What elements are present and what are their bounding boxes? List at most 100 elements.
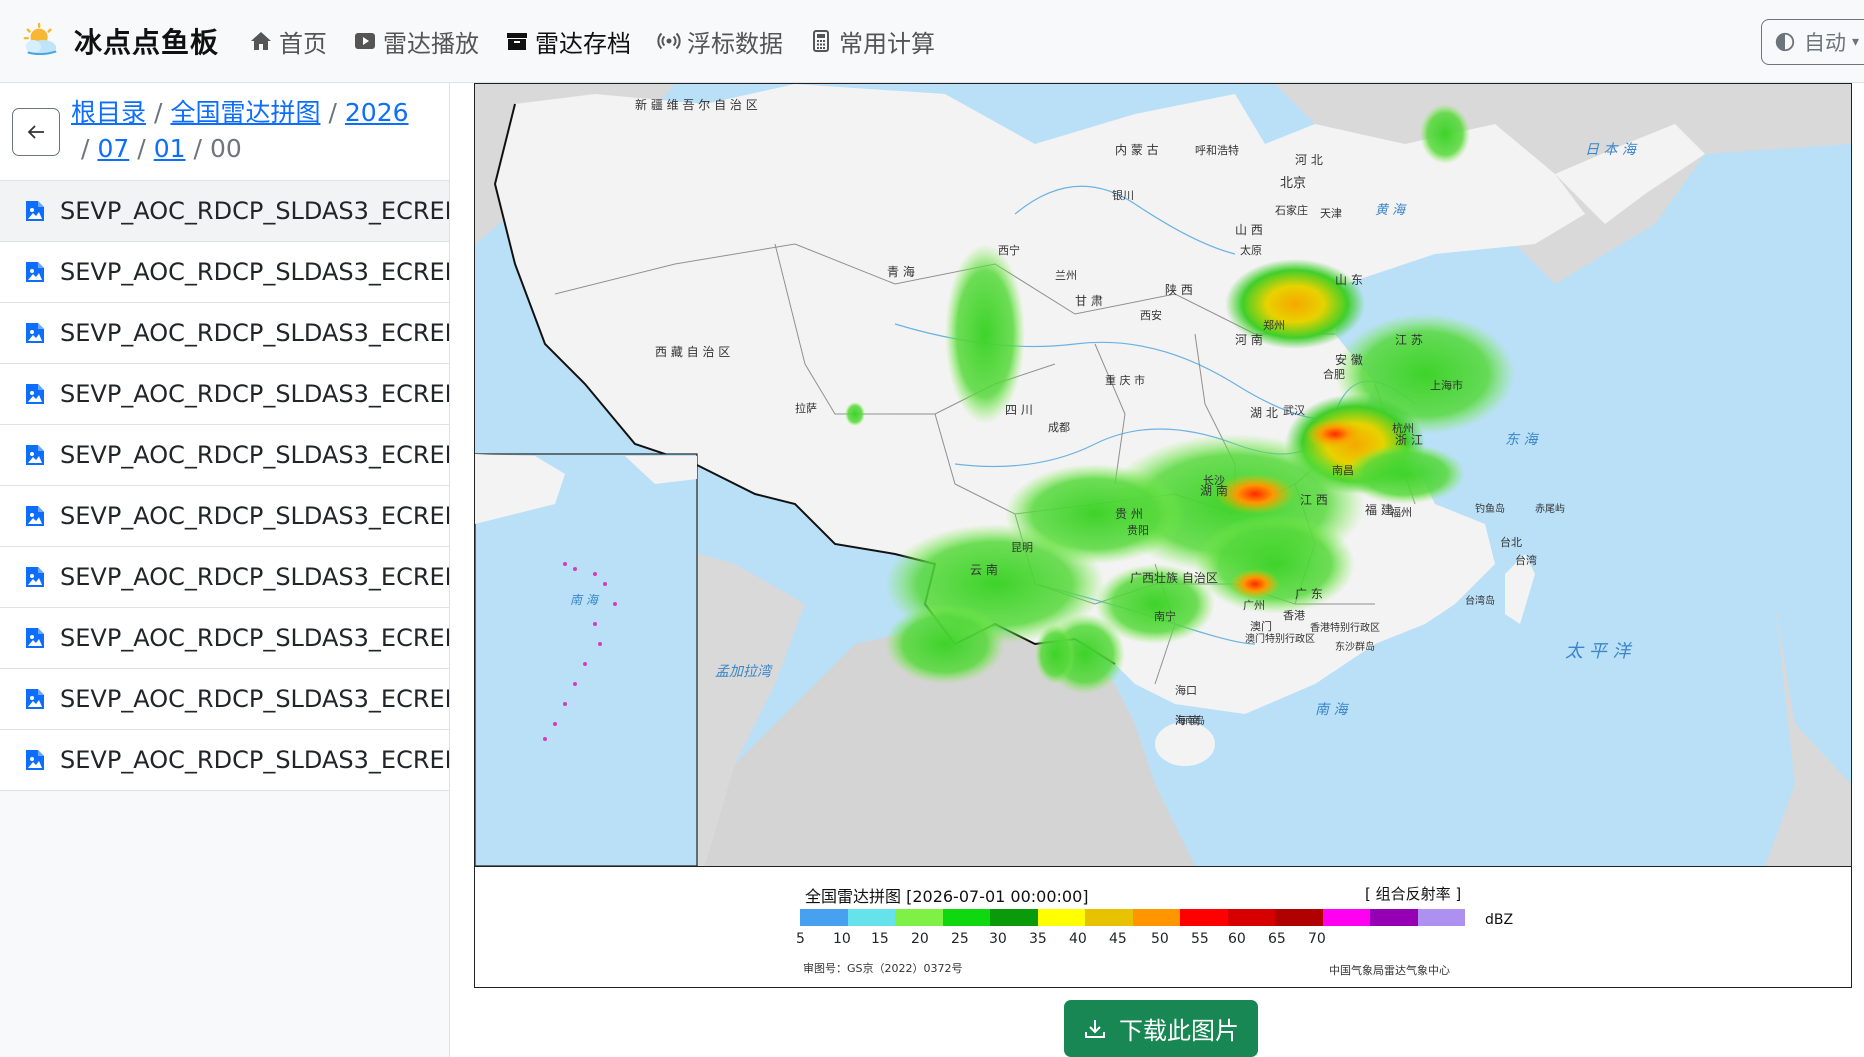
file-list-item[interactable]: SEVP_AOC_RDCP_SLDAS3_ECREF_ (0, 608, 449, 669)
file-list-item[interactable]: SEVP_AOC_RDCP_SLDAS3_ECREF_ (0, 303, 449, 364)
map-label-xian: 西安 (1140, 308, 1162, 322)
color-scale-tick: 70 (1308, 931, 1326, 947)
map-label-haikou: 海口 (1175, 683, 1197, 697)
play-icon (355, 33, 376, 49)
color-scale-tick: 40 (1069, 931, 1087, 947)
map-label-diaoyu: 钓鱼岛 (1475, 502, 1505, 515)
color-scale-swatch (1322, 909, 1370, 926)
image-file-icon (26, 567, 44, 587)
color-scale-swatch (1275, 909, 1323, 926)
map-label-neimenggu: 内 蒙 古 (1115, 142, 1159, 157)
color-scale-tick: 20 (911, 931, 929, 947)
image-file-icon (26, 201, 44, 221)
arrow-left-icon (27, 125, 44, 139)
file-list-item[interactable]: SEVP_AOC_RDCP_SLDAS3_ECREF_ (0, 669, 449, 730)
file-list-item[interactable]: SEVP_AOC_RDCP_SLDAS3_ECREF_ (0, 730, 449, 791)
color-scale-tick: 50 (1151, 931, 1169, 947)
map-label-japan-sea: 日 本 海 (1585, 142, 1638, 158)
color-scale-ticks: 5 10 15 20 25 30 35 40 45 50 55 60 65 70 (796, 931, 1440, 951)
color-scale-tick: 55 (1191, 931, 1209, 947)
image-file-icon (26, 262, 44, 282)
file-list-item-label: SEVP_AOC_RDCP_SLDAS3_ECREF_ (60, 441, 449, 469)
breadcrumb: 根目录 / 全国雷达拼图/2026/07/01/00 (71, 95, 441, 167)
color-scale-swatch (990, 909, 1038, 926)
map-label-tianjin: 天津 (1320, 207, 1342, 220)
image-file-icon (26, 445, 44, 465)
map-label-yellow-sea: 黄 海 (1375, 203, 1407, 218)
map-label-jiangsu: 江 苏 (1395, 333, 1423, 347)
theme-dropdown[interactable]: 自动 ▾ (1761, 19, 1864, 65)
map-label-shaanxi: 陕 西 (1165, 282, 1193, 297)
map-label-taiwan: 台湾 (1515, 553, 1537, 567)
map-label-zhejiang: 浙 江 (1395, 433, 1423, 447)
download-button[interactable]: 下载此图片 (1064, 1000, 1258, 1057)
file-list-item[interactable]: SEVP_AOC_RDCP_SLDAS3_ECREF_ (0, 486, 449, 547)
nav-radar-archive[interactable]: 雷达存档 (505, 24, 631, 59)
file-list-item[interactable]: SEVP_AOC_RDCP_SLDAS3_ECREF_ (0, 547, 449, 608)
file-list-item-label: SEVP_AOC_RDCP_SLDAS3_ECREF_ (60, 380, 449, 408)
map-label-shandong: 山 东 (1335, 273, 1363, 287)
map-label-chiwei: 赤尾屿 (1535, 503, 1565, 515)
nav-home[interactable]: 首页 (249, 24, 327, 59)
brand[interactable]: 冰点点鱼板 (22, 21, 219, 61)
map-label-xizang: 西 藏 自 治 区 (655, 345, 730, 359)
color-scale-swatch (1417, 909, 1465, 926)
map-label-hefei: 合肥 (1323, 367, 1345, 381)
file-list-item-label: SEVP_AOC_RDCP_SLDAS3_ECREF_ (60, 685, 449, 713)
breadcrumb-root[interactable]: 根目录 (71, 98, 146, 127)
breadcrumb-day[interactable]: 01 (154, 134, 186, 163)
map-label-beijing: 北京 (1280, 176, 1306, 191)
radar-image: 新 疆 维 吾 尔 自 治 区 西 藏 自 治 区 青 海 甘 肃 内 蒙 古 … (474, 83, 1852, 988)
map-label-hubei: 湖 北 (1250, 405, 1278, 420)
nav-calc-label: 常用计算 (839, 29, 936, 58)
map-label-henan: 河 南 (1235, 332, 1263, 347)
file-list-item[interactable]: SEVP_AOC_RDCP_SLDAS3_ECREF_ (0, 425, 449, 486)
map-label-huhehaote: 呼和浩特 (1195, 143, 1239, 157)
nav-radar-play[interactable]: 雷达播放 (353, 24, 479, 59)
image-file-icon (26, 384, 44, 404)
breadcrumb-mosaic[interactable]: 全国雷达拼图 (170, 98, 320, 127)
nav-buoy[interactable]: 浮标数据 (657, 24, 783, 59)
map-label-shanghai: 上海市 (1430, 378, 1463, 392)
map-label-chengdu: 成都 (1048, 421, 1070, 434)
map-label-hangzhou: 杭州 (1392, 421, 1414, 435)
image-file-icon (26, 506, 44, 526)
file-list-item[interactable]: SEVP_AOC_RDCP_SLDAS3_ECREF_ (0, 364, 449, 425)
breadcrumb-year[interactable]: 2026 (345, 98, 409, 127)
map-label-hk-sar: 香港特别行政区 (1310, 621, 1380, 634)
map-label-fuzhou: 福州 (1390, 505, 1412, 519)
radar-map: 新 疆 维 吾 尔 自 治 区 西 藏 自 治 区 青 海 甘 肃 内 蒙 古 … (475, 84, 1851, 866)
agency-name: 中国气象局雷达气象中心 (1329, 964, 1450, 977)
map-label-taibei: 台北 (1500, 535, 1522, 549)
map-label-east-sea: 东 海 (1505, 432, 1539, 448)
file-list-item[interactable]: SEVP_AOC_RDCP_SLDAS3_ECREF_ (0, 181, 449, 242)
map-label-south-sea: 南 海 (1315, 702, 1349, 718)
color-scale-tick: 65 (1268, 931, 1286, 947)
broadcast-icon (657, 32, 681, 50)
breadcrumb-month[interactable]: 07 (97, 134, 129, 163)
color-scale-tick: 30 (989, 931, 1007, 947)
color-scale-tick: 45 (1109, 931, 1127, 947)
map-label-guangdong: 广 东 (1295, 587, 1323, 601)
color-scale-swatch (1085, 909, 1133, 926)
file-list-item[interactable]: SEVP_AOC_RDCP_SLDAS3_ECREF_ (0, 242, 449, 303)
map-label-lanzhou: 兰州 (1055, 269, 1077, 282)
map-label-nanning: 南宁 (1154, 609, 1176, 623)
map-label-guizhou: 贵 州 (1115, 507, 1143, 521)
map-label-inset-south-sea: 南 海 (570, 593, 600, 607)
map-label-xinjiang: 新 疆 维 吾 尔 自 治 区 (635, 97, 758, 112)
map-label-lasa: 拉萨 (795, 401, 817, 415)
color-scale-swatch (895, 909, 943, 926)
color-scale-swatch (942, 909, 990, 926)
color-scale-tick: 10 (833, 931, 851, 947)
map-label-xianggang: 香港 (1283, 609, 1305, 622)
image-file-icon (26, 689, 44, 709)
file-list-item-label: SEVP_AOC_RDCP_SLDAS3_ECREF_ (60, 258, 449, 286)
nav-radar-archive-label: 雷达存档 (535, 29, 632, 58)
back-button[interactable] (12, 108, 60, 156)
nav-calc[interactable]: 常用计算 (809, 24, 935, 59)
nav-buoy-label: 浮标数据 (687, 29, 784, 58)
color-scale-tick: 5 (796, 931, 805, 947)
color-scale-swatch (1132, 909, 1180, 926)
map-label-qinghai: 青 海 (887, 264, 915, 279)
